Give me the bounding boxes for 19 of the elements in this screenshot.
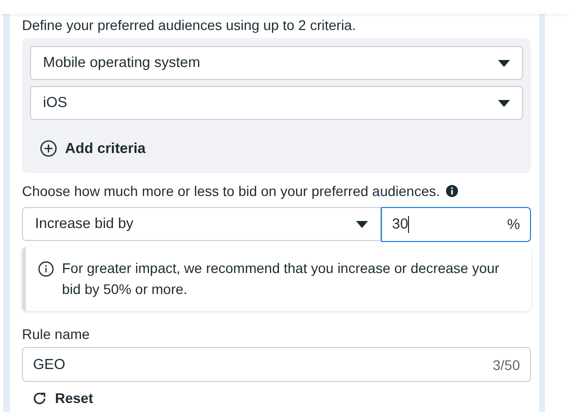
- intro-text: Define your preferred audiences using up to 2 criteria.: [22, 16, 357, 34]
- character-counter: 3/50: [492, 356, 520, 372]
- reset-icon: [32, 390, 47, 406]
- bid-label: Choose how much more or less to bid on your preferred audiences.: [22, 183, 440, 199]
- rule-name-label: Rule name: [22, 326, 91, 342]
- criteria-dropdown[interactable]: iOS: [30, 86, 523, 120]
- bid-type-dropdown[interactable]: Increase bid by: [22, 207, 381, 241]
- plus-circle-icon: [40, 140, 57, 157]
- info-icon: [38, 261, 54, 277]
- caret-icon: [498, 60, 510, 66]
- caret-icon: [356, 220, 368, 228]
- bid-amount-field[interactable]: 30 %: [381, 207, 531, 242]
- criteria-dropdown[interactable]: Mobile operating system: [30, 46, 523, 80]
- rule-name-field[interactable]: GEO 3/50: [22, 347, 531, 382]
- caret-icon: [498, 100, 510, 106]
- notice-text: For greater impact, we recommend that you increase or decrease your bid by 50% or more.: [62, 259, 500, 299]
- add-criteria-button[interactable]: Add criteria: [30, 126, 156, 165]
- info-icon[interactable]: [446, 185, 458, 197]
- reset-button[interactable]: Reset: [22, 382, 104, 406]
